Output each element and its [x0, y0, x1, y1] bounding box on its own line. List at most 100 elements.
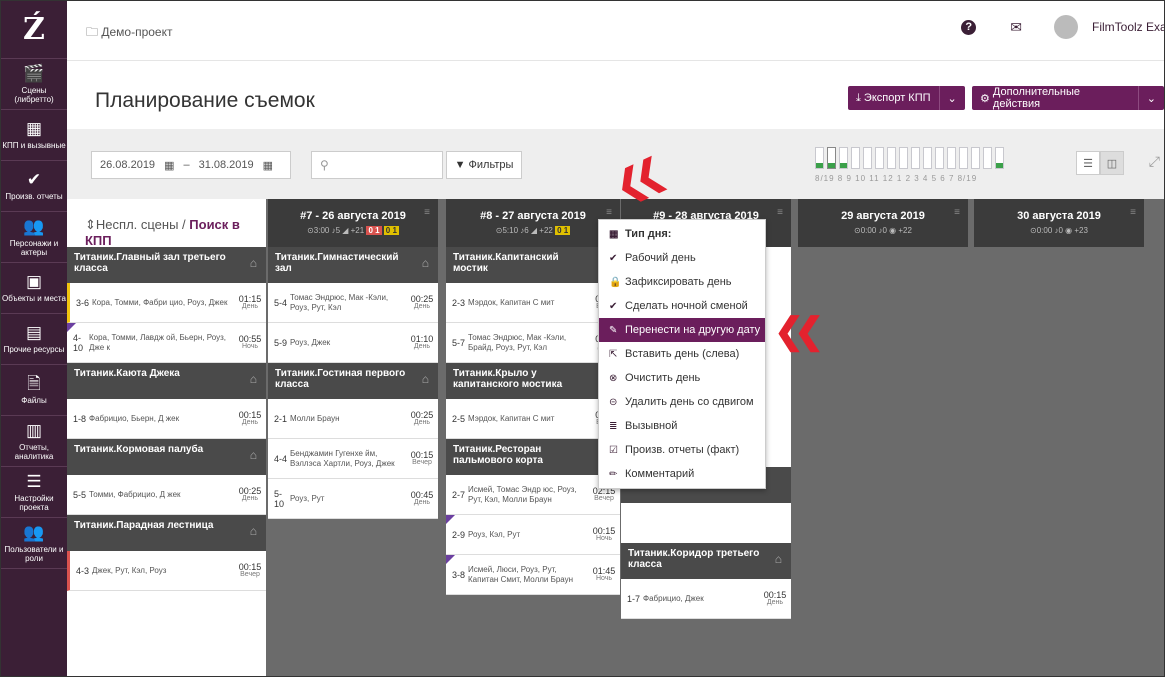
scene-card[interactable]: 4-10 Кора, Томми, Лавдж ой, Бьерн, Роуз, … — [67, 323, 266, 363]
minimap-day[interactable] — [827, 147, 836, 169]
location-header[interactable]: Титаник.Парадная лестница ⌂ — [67, 515, 266, 551]
scene-card[interactable]: 2-5Мэрдок, Капитан С мит00:1Вече — [446, 399, 620, 439]
scene-card[interactable]: 1-8 Фабрицио, Бьерн, Д жек 00:15 День — [67, 399, 266, 439]
user-name[interactable]: FilmToolz Examp — [1092, 20, 1164, 34]
minimap-day[interactable] — [839, 147, 848, 169]
location-header[interactable]: Титаник.Коридор третьего класса ⌂ — [621, 543, 791, 579]
menu-item-2[interactable]: 🔒 Зафиксировать день — [599, 270, 765, 294]
scene-card[interactable]: 5-10 Роуз, Рут 00:45 День — [268, 479, 438, 519]
day-header[interactable]: 30 августа 2019 ⊙0:00 ♪0 ◉ +23 ≡ — [974, 199, 1144, 247]
menu-icon[interactable]: ≡ — [1130, 207, 1136, 218]
scene-card[interactable]: 5-9 Роуз, Джек 01:10 День — [268, 323, 438, 363]
location-header[interactable]: Титаник.Каюта Джека ⌂ — [67, 363, 266, 399]
chevron-down-icon[interactable]: ⌄ — [938, 86, 957, 110]
view-toggle[interactable]: ☰ ◫ — [1076, 151, 1124, 175]
sidebar-item-3[interactable]: 👥 Персонажи и актеры — [1, 212, 67, 263]
sidebar-item-6[interactable]: 🗎 Файлы — [1, 365, 67, 416]
minimap-day[interactable] — [911, 147, 920, 169]
list-view-icon[interactable]: ☰ — [1076, 151, 1100, 175]
minimap-day[interactable] — [875, 147, 884, 169]
sidebar-item-5[interactable]: ▤ Прочие ресурсы — [1, 314, 67, 365]
menu-item-5[interactable]: ⇱ Вставить день (слева) — [599, 342, 765, 366]
minimap-day[interactable] — [815, 147, 824, 169]
chevron-down-icon[interactable]: ⌄ — [1137, 86, 1156, 110]
location-header[interactable]: Титаник.Ресторан пальмового корта⌂ — [446, 439, 620, 475]
scene-card[interactable]: 2-9 Роуз, Кэл, Рут 00:15 Ночь — [446, 515, 620, 555]
more-actions-button[interactable]: ⚙ Дополнительные действия ⌄ — [972, 86, 1164, 110]
breadcrumb-project[interactable]: Демо-проект — [101, 25, 172, 39]
scene-card[interactable]: 4-4 Бенджамин Гугенхе йм, Вэллэса Хартли,… — [268, 439, 438, 479]
menu-icon[interactable]: ≡ — [954, 207, 960, 218]
location-header[interactable]: Титаник.Крыло у капитанского мостика⌂ — [446, 363, 620, 399]
sidebar-item-8[interactable]: ☰ Настройки проекта — [1, 467, 67, 518]
sidebar-item-7[interactable]: ▥ Отчеты, аналитика — [1, 416, 67, 467]
minimap-day[interactable] — [971, 147, 980, 169]
menu-item-4[interactable]: ✎ Перенести на другую дату — [599, 318, 765, 342]
minimap-day[interactable] — [983, 147, 992, 169]
scene-daytime: Вечер — [412, 458, 432, 466]
minimap-day[interactable] — [947, 147, 956, 169]
expand-icon[interactable]: ⤢ — [1149, 153, 1160, 170]
location-header[interactable]: Титаник.Гостиная первого класса ⌂ — [268, 363, 438, 399]
breadcrumb[interactable]: 🗀 Демо-проект — [86, 23, 172, 44]
sidebar-item-1[interactable]: ▦ КПП и вызывные — [1, 110, 67, 161]
scene-card[interactable]: 3-8 Исмей, Люси, Роуз, Рут, Капитан Смит,… — [446, 555, 620, 595]
scene-card[interactable]: 5-7 Томас Эндрюс, Мак -Кэли, Брайд, Роуз,… — [446, 323, 620, 363]
scene-duration: 00:15 Вечер — [234, 562, 266, 579]
menu-item-8[interactable]: ≣ Вызывной — [599, 414, 765, 438]
search-input[interactable]: ⚲ — [311, 151, 443, 179]
menu-item-7[interactable]: ⊝ Удалить день со сдвигом — [599, 390, 765, 414]
unscheduled-title[interactable]: Неспл. сцены — [96, 217, 179, 232]
filter-button[interactable]: ▼ Фильтры — [446, 151, 522, 179]
sidebar-item-2[interactable]: ✔ Произв. отчеты — [1, 161, 67, 212]
menu-item-1[interactable]: ✔ Рабочий день — [599, 246, 765, 270]
mail-icon[interactable]: ✉ — [1010, 19, 1022, 36]
sidebar-item-4[interactable]: ▣ Объекты и места — [1, 263, 67, 314]
home-icon: ⌂ — [421, 256, 429, 270]
location-header[interactable]: Титаник.Главный зал третьего класса ⌂ — [67, 247, 266, 283]
menu-icon[interactable]: ≡ — [777, 207, 783, 218]
avatar[interactable] — [1054, 15, 1078, 39]
minimap-day[interactable] — [851, 147, 860, 169]
menu-item-3[interactable]: ✔ Сделать ночной сменой — [599, 294, 765, 318]
minimap[interactable] — [815, 147, 1004, 169]
sidebar-item-0[interactable]: 🎬 Сцены (либретто) — [1, 59, 67, 110]
scene-card[interactable]: 2-7 Исмей, Томас Эндр юс, Роуз, Рут, Кэл,… — [446, 475, 620, 515]
unscheduled-header: ⇕Неспл. сцены / Поиск в КПП — [85, 217, 240, 248]
menu-icon[interactable]: ≡ — [424, 207, 430, 218]
minimap-day[interactable] — [959, 147, 968, 169]
scene-card[interactable]: 5-5 Томми, Фабрицио, Д жек 00:25 День — [67, 475, 266, 515]
minimap-day[interactable] — [863, 147, 872, 169]
minimap-day[interactable] — [923, 147, 932, 169]
menu-item-9[interactable]: ☑ Произв. отчеты (факт) — [599, 438, 765, 462]
minimap-day[interactable] — [899, 147, 908, 169]
minimap-day[interactable] — [935, 147, 944, 169]
board-view-icon[interactable]: ◫ — [1100, 151, 1124, 175]
calendar-icon[interactable]: ▦ — [263, 159, 273, 172]
date-to[interactable]: 31.08.2019 — [199, 159, 254, 171]
sidebar-item-9[interactable]: 👥 Пользователи и роли — [1, 518, 67, 569]
date-from[interactable]: 26.08.2019 — [100, 159, 155, 171]
day-header[interactable]: #8 - 27 августа 2019 ⊙5:10 ♪6 ◢ +22 0 1 ≡ — [446, 199, 620, 247]
app-logo[interactable]: Ź — [1, 1, 67, 59]
minimap-day[interactable] — [995, 147, 1004, 169]
help-icon[interactable]: ? — [961, 19, 977, 35]
location-header[interactable]: Титаник.Гимнастический зал ⌂ — [268, 247, 438, 283]
menu-item-10[interactable]: ✏ Комментарий — [599, 462, 765, 486]
scene-card[interactable]: 1-7 Фабрицио, Джек 00:15 День — [621, 579, 791, 619]
scene-card[interactable]: 2-3Мэрдок, Капитан С мит00:1Вече — [446, 283, 620, 323]
scene-card[interactable]: 2-1 Молли Браун 00:25 День — [268, 399, 438, 439]
day-header[interactable]: #7 - 26 августа 2019 ⊙3:00 ♪5 ◢ +21 0 1 0… — [268, 199, 438, 247]
menu-icon[interactable]: ≡ — [606, 207, 612, 218]
scene-card[interactable]: 3-6 Кора, Томми, Фабри цио, Роуз, Джек 01:… — [67, 283, 266, 323]
date-range[interactable]: 26.08.2019 ▦ –31.08.2019 ▦ — [91, 151, 291, 179]
scene-card[interactable]: 4-3 Джек, Рут, Кэл, Роуз 00:15 Вечер — [67, 551, 266, 591]
location-header[interactable]: Титаник.Кормовая палуба ⌂ — [67, 439, 266, 475]
minimap-day[interactable] — [887, 147, 896, 169]
menu-item-6[interactable]: ⊗ Очистить день — [599, 366, 765, 390]
day-header[interactable]: 29 августа 2019 ⊙0:00 ♪0 ◉ +22 ≡ — [798, 199, 968, 247]
scene-card[interactable]: 5-4 Томас Эндрюс, Мак -Кэли, Роуз, Рут, К… — [268, 283, 438, 323]
calendar-icon[interactable]: ▦ — [164, 159, 174, 172]
location-header[interactable]: Титаник.Капитанский мостик⌂ — [446, 247, 620, 283]
export-button[interactable]: ⤓ Экспорт КПП ⌄ — [848, 86, 965, 110]
